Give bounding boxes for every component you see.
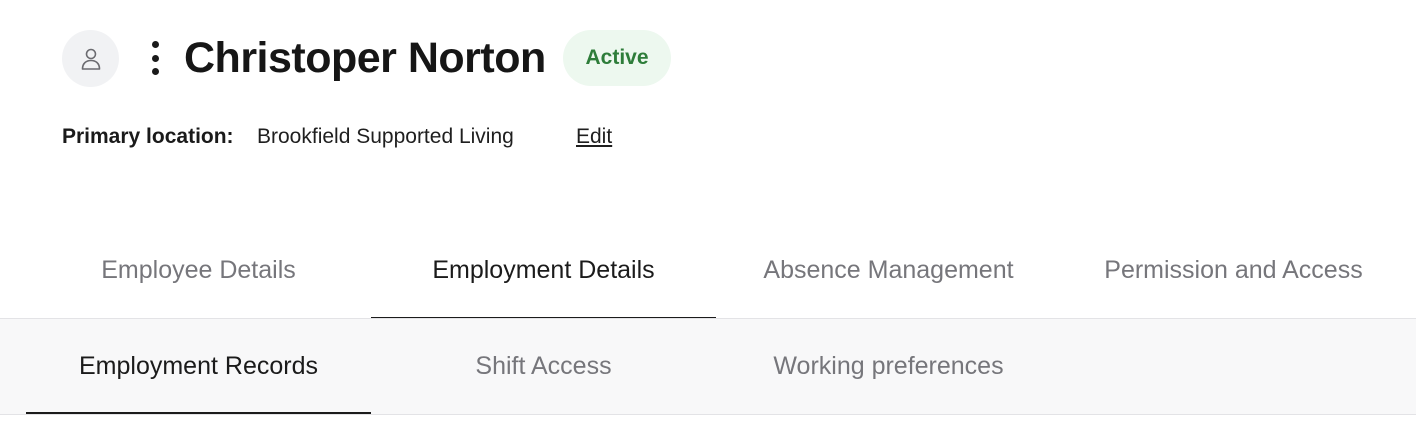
primary-tabs: Employee Details Employment Details Abse… (26, 222, 1416, 319)
subtabs-divider (0, 414, 1416, 415)
primary-location-value: Brookfield Supported Living (257, 125, 514, 148)
user-icon (81, 48, 100, 70)
tab-employee-details[interactable]: Employee Details (26, 222, 371, 318)
subtab-working-preferences[interactable]: Working preferences (716, 319, 1061, 414)
edit-location-link[interactable]: Edit (576, 124, 612, 150)
kebab-menu-icon[interactable] (144, 38, 166, 78)
avatar (62, 30, 119, 87)
page-title: Christoper Norton (184, 34, 546, 82)
secondary-tabs: Employment Records Shift Access Working … (26, 319, 1416, 414)
employee-profile-page: Christoper Norton Active Primary locatio… (0, 0, 1416, 422)
tab-permission-and-access[interactable]: Permission and Access (1061, 222, 1406, 318)
status-badge: Active (563, 30, 671, 86)
tab-employment-details[interactable]: Employment Details (371, 222, 716, 319)
tab-absence-management[interactable]: Absence Management (716, 222, 1061, 318)
subtab-shift-access[interactable]: Shift Access (371, 319, 716, 414)
primary-location-label: Primary location: (62, 125, 234, 148)
subtab-employment-records[interactable]: Employment Records (26, 319, 371, 414)
